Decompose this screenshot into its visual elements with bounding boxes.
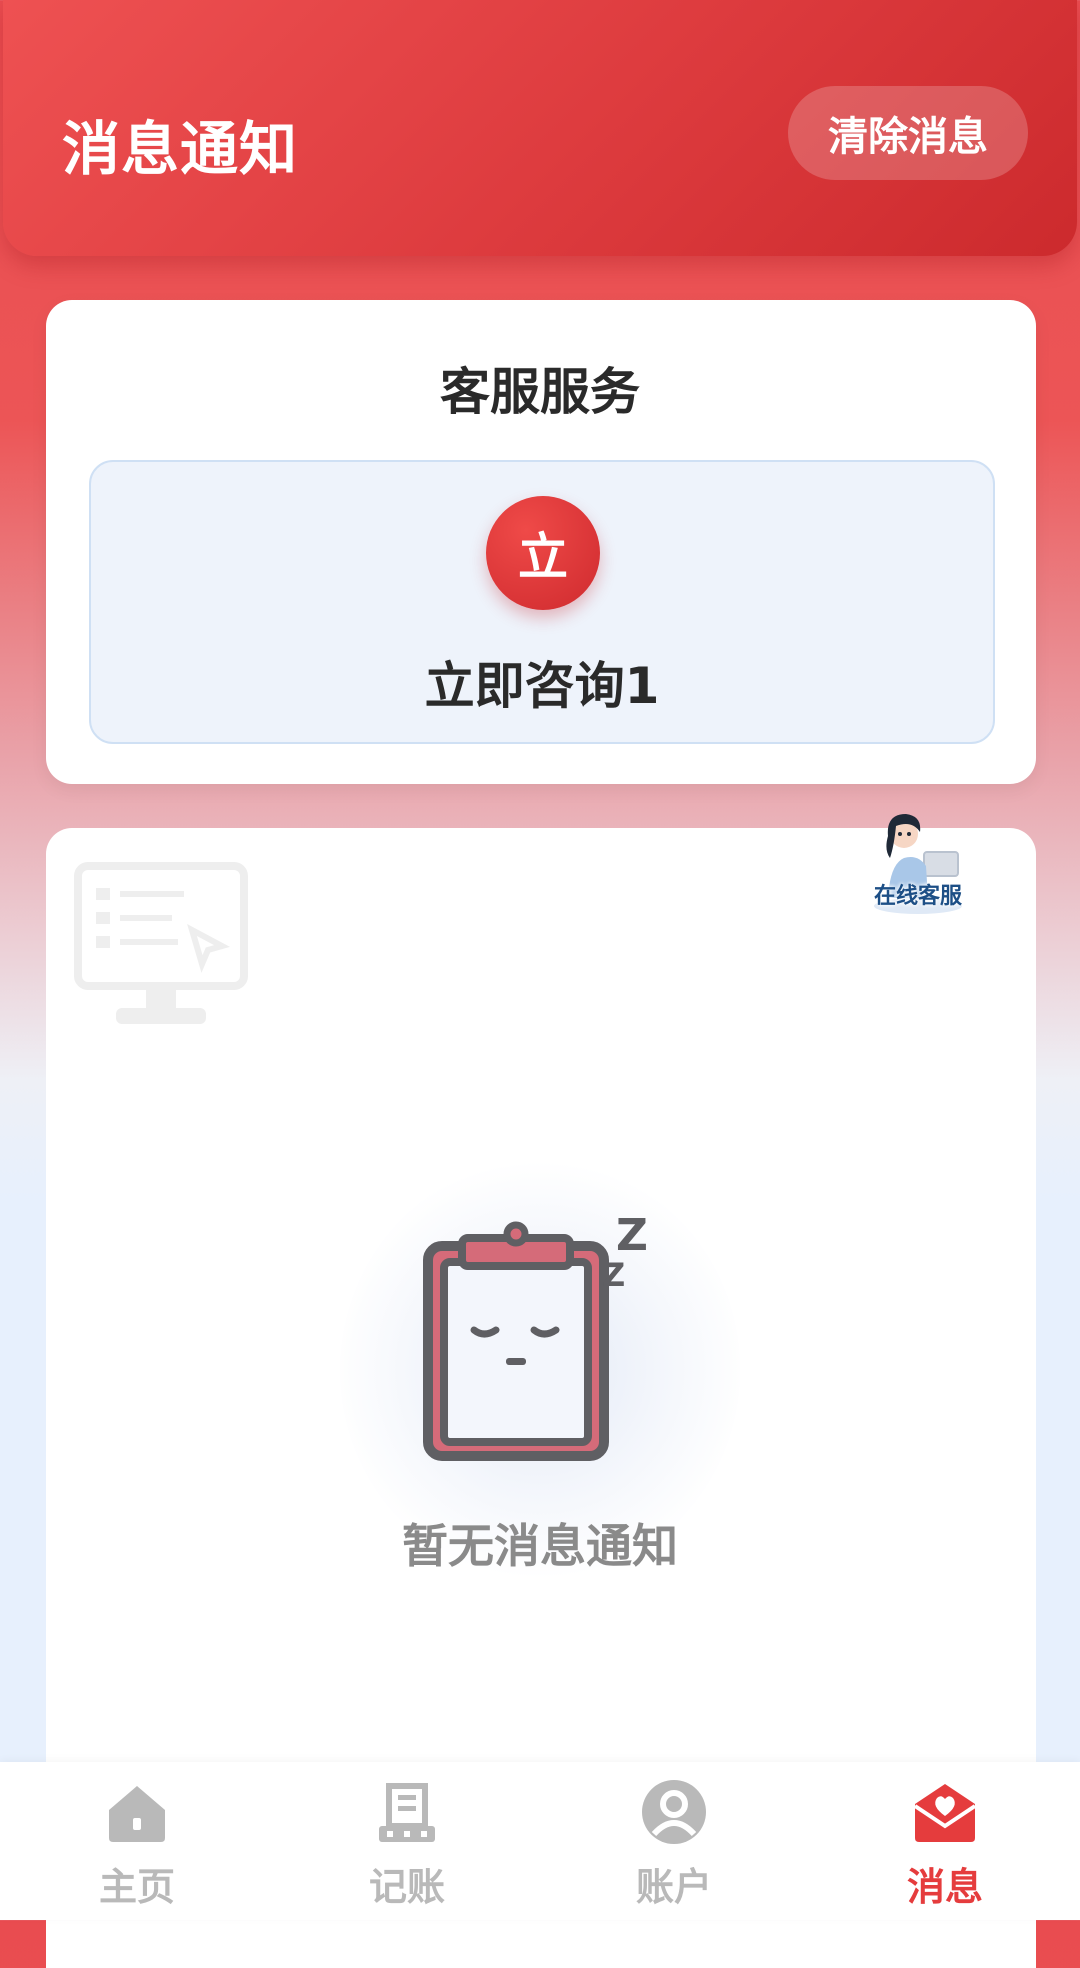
home-icon (109, 1786, 165, 1842)
clear-messages-button[interactable]: 清除消息 (788, 86, 1028, 180)
nav-item-home[interactable]: 主页 (37, 1772, 237, 1912)
monitor-icon (74, 862, 248, 1024)
nav-label-messages: 消息 (906, 1865, 983, 1909)
svg-text:Z: Z (602, 1256, 625, 1294)
nav-item-messages[interactable]: 消息 (845, 1772, 1045, 1912)
nav-label-account: 账户 (635, 1865, 712, 1909)
user-icon (642, 1780, 706, 1844)
online-service-label[interactable]: 在线客服 (862, 878, 974, 910)
empty-state-text: 暂无消息通知 (402, 1519, 678, 1573)
nav-label-ledger: 记账 (368, 1865, 445, 1909)
nav-item-ledger[interactable]: 记账 (307, 1772, 507, 1912)
sleeping-clipboard-icon: Z Z (423, 1216, 648, 1461)
page-title: 消息通知 (62, 115, 299, 183)
consult-icon[interactable]: 立 (486, 496, 600, 610)
svg-text:Z: Z (616, 1216, 648, 1261)
consult-now-label[interactable]: 立即咨询1 (89, 646, 995, 718)
nav-item-account[interactable]: 账户 (574, 1772, 774, 1912)
ledger-icon (379, 1783, 435, 1842)
nav-label-home: 主页 (98, 1865, 175, 1909)
mail-heart-icon (913, 1784, 977, 1842)
message-page: 消息通知 清除消息 客服服务 立 立即咨询1 在线客服 Z Z 暂无消息通知 主… (0, 0, 1080, 1968)
service-section-title: 客服服务 (440, 363, 640, 421)
